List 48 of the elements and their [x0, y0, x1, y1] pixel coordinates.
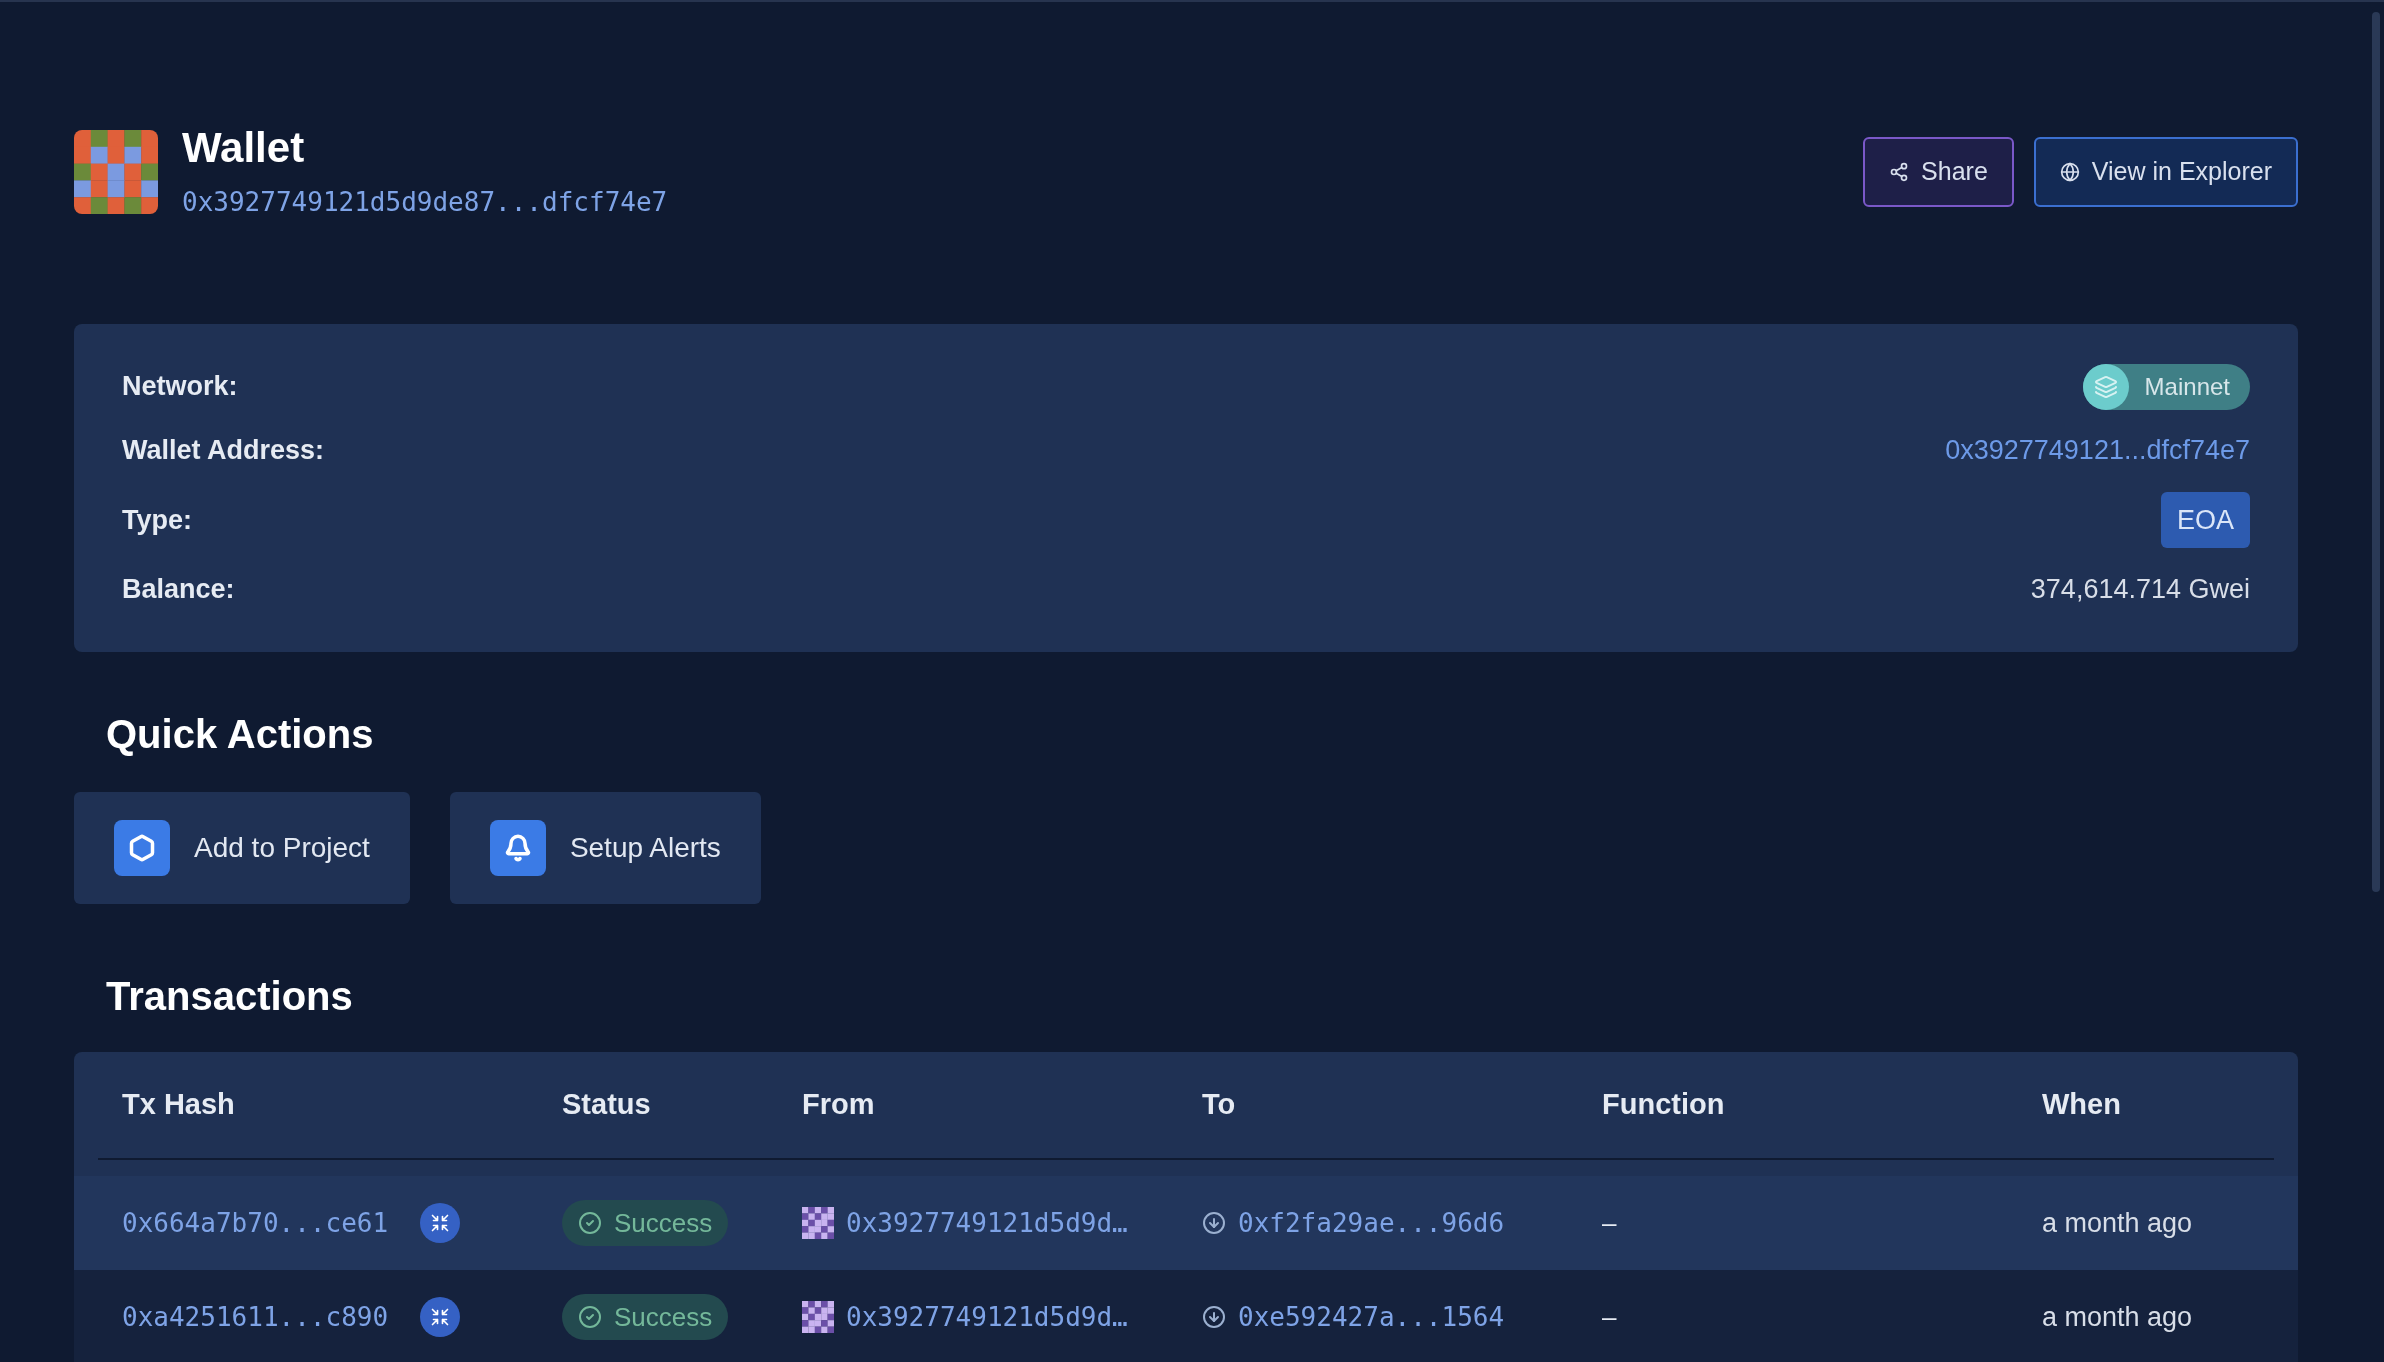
- status-badge: Success: [562, 1200, 729, 1246]
- share-button[interactable]: Share: [1863, 136, 2014, 207]
- when-cell-text: a month ago: [2042, 1300, 2194, 1334]
- detail-label: Balance:: [122, 572, 235, 606]
- layers-icon: [2093, 374, 2118, 399]
- column-header: Tx Hash: [122, 1087, 236, 1123]
- type-badge: EOA: [2160, 491, 2250, 548]
- detail-label: Wallet Address:: [122, 434, 325, 468]
- view-in-explorer-button[interactable]: View in Explorer: [2033, 136, 2298, 207]
- wallet-address: 0x3927749121d5d9de87...dfcf74e7: [182, 185, 668, 219]
- function-cell-text: –: [1602, 1206, 1618, 1240]
- network-badge: Mainnet: [2082, 363, 2250, 410]
- column-header: When: [2042, 1087, 2122, 1123]
- column-header: From: [802, 1087, 876, 1123]
- to-address-link[interactable]: 0xe592427a...1564: [1238, 1297, 1505, 1337]
- arrow-down-circle-icon: [1202, 1211, 1226, 1235]
- balance-value: 374,614.714 Gwei: [2030, 572, 2250, 606]
- wallet-address-link[interactable]: 0x3927749121...dfcf74e7: [1945, 430, 2250, 471]
- transaction-row[interactable]: 0xa4251611...c890 Success 0x3927749121d5d9d… 0xe592427a...1564 – a month ago: [74, 1270, 2298, 1362]
- shrink-icon[interactable]: [420, 1203, 461, 1243]
- status-badge: Success: [562, 1294, 729, 1340]
- from-address-link[interactable]: 0x3927749121d5d9d…: [846, 1203, 1128, 1243]
- detail-label: Network:: [122, 370, 238, 404]
- sender-avatar-icon: [802, 1301, 834, 1333]
- column-header: Function: [1602, 1087, 1726, 1123]
- bell-icon: [489, 820, 546, 876]
- wallet-title: Wallet: [182, 123, 306, 173]
- when-cell-text: a month ago: [2042, 1206, 2194, 1240]
- globe-icon: [2059, 161, 2080, 182]
- arrow-down-circle-icon: [1202, 1305, 1226, 1329]
- scrollbar-thumb[interactable]: [2372, 12, 2380, 892]
- column-header: To: [1202, 1087, 1237, 1123]
- quick-action-button[interactable]: Setup Alerts: [449, 792, 761, 904]
- share-icon: [1889, 161, 1910, 182]
- tx-hash-link[interactable]: 0x664a7b70...ce61: [122, 1203, 389, 1243]
- tx-hash-link[interactable]: 0xa4251611...c890: [122, 1297, 389, 1337]
- sender-avatar-icon: [802, 1207, 834, 1239]
- function-cell-text: –: [1602, 1300, 1618, 1334]
- to-address-link[interactable]: 0xf2fa29ae...96d6: [1238, 1203, 1505, 1243]
- transaction-row[interactable]: 0x664a7b70...ce61 Success 0x3927749121d5d9d… 0xf2fa29ae...96d6 – a month ago: [74, 1176, 2298, 1270]
- shrink-icon[interactable]: [420, 1297, 461, 1337]
- column-header: Status: [562, 1087, 652, 1123]
- wallet-avatar-icon: [74, 129, 158, 214]
- quick-action-button[interactable]: Add to Project: [74, 792, 410, 904]
- detail-label: Type:: [122, 503, 192, 537]
- quick-actions-heading: Quick Actions: [106, 711, 375, 758]
- transactions-heading: Transactions: [106, 973, 354, 1020]
- from-address-link[interactable]: 0x3927749121d5d9d…: [846, 1297, 1128, 1337]
